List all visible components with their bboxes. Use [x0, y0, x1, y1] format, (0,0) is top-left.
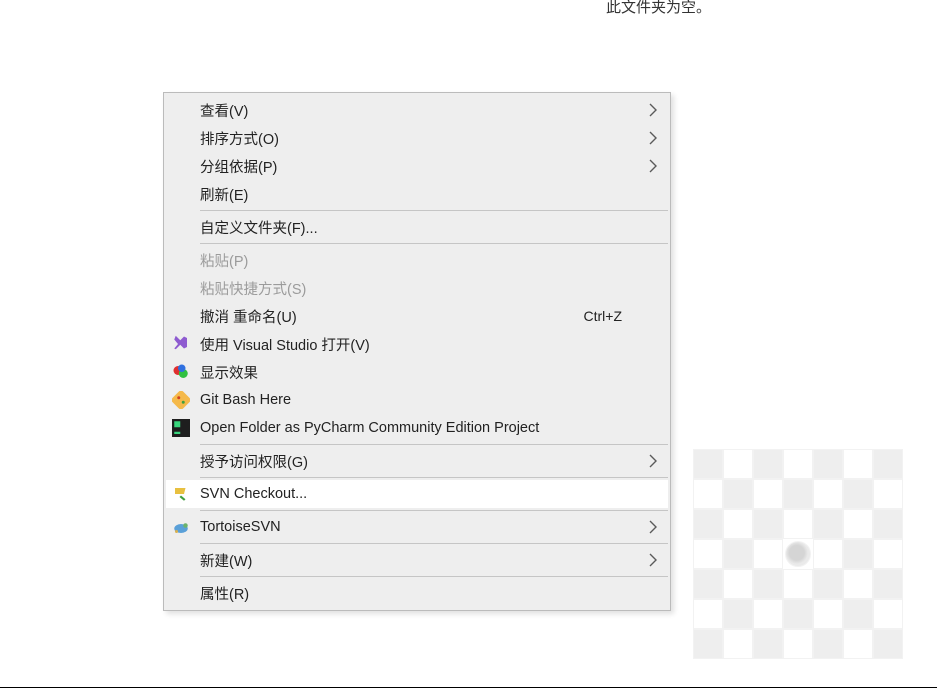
menu-item-v[interactable]: 查看(V)	[166, 96, 668, 124]
chevron-right-icon	[638, 158, 662, 174]
menu-item-visual-studio-v[interactable]: 使用 Visual Studio 打开(V)	[166, 330, 668, 358]
no-icon	[170, 583, 192, 603]
menu-item-label: 分组依据(P)	[192, 156, 638, 177]
display-effects-icon	[170, 362, 192, 382]
menu-separator	[200, 576, 668, 577]
no-icon	[170, 550, 192, 570]
menu-separator	[200, 543, 668, 544]
menu-item-open-folder-as-pycharm-community-edition-project[interactable]: Open Folder as PyCharm Community Edition…	[166, 414, 668, 442]
menu-item-label: 自定义文件夹(F)...	[192, 217, 638, 238]
chevron-right-icon	[638, 519, 662, 535]
visual-studio-icon	[170, 334, 192, 354]
tortoise-svn-icon	[170, 517, 192, 537]
menu-item-accelerator: Ctrl+Z	[584, 308, 639, 324]
qr-code-image	[693, 449, 903, 659]
no-icon	[170, 184, 192, 204]
menu-item-p: 粘贴(P)	[166, 246, 668, 274]
no-icon	[170, 156, 192, 176]
menu-item-label: 刷新(E)	[192, 184, 638, 205]
chevron-right-icon	[638, 552, 662, 568]
menu-item-label: Git Bash Here	[192, 392, 638, 408]
no-icon	[170, 278, 192, 298]
menu-separator	[200, 477, 668, 478]
menu-item-label: 新建(W)	[192, 550, 638, 571]
menu-item-label: 撤消 重命名(U)	[192, 306, 584, 327]
no-icon	[170, 217, 192, 237]
chevron-right-icon	[638, 130, 662, 146]
menu-item-label: 粘贴快捷方式(S)	[192, 278, 638, 299]
menu-item-f[interactable]: 自定义文件夹(F)...	[166, 213, 668, 241]
chevron-right-icon	[638, 102, 662, 118]
menu-item-e[interactable]: 刷新(E)	[166, 180, 668, 208]
menu-item-u[interactable]: 撤消 重命名(U)Ctrl+Z	[166, 302, 668, 330]
menu-item-label: 使用 Visual Studio 打开(V)	[192, 334, 638, 355]
no-icon	[170, 250, 192, 270]
menu-item-p[interactable]: 分组依据(P)	[166, 152, 668, 180]
no-icon	[170, 306, 192, 326]
menu-item-tortoisesvn[interactable]: TortoiseSVN	[166, 513, 668, 541]
menu-item-o[interactable]: 排序方式(O)	[166, 124, 668, 152]
menu-item-s: 粘贴快捷方式(S)	[166, 274, 668, 302]
menu-separator	[200, 243, 668, 244]
menu-item-svn-checkout[interactable]: SVN Checkout...	[166, 480, 668, 508]
menu-separator	[200, 510, 668, 511]
svn-checkout-icon	[170, 484, 192, 504]
menu-item-label: 排序方式(O)	[192, 128, 638, 149]
no-icon	[170, 451, 192, 471]
menu-item-label: 属性(R)	[192, 583, 638, 604]
menu-item-label: SVN Checkout...	[192, 486, 638, 502]
no-icon	[170, 128, 192, 148]
menu-item-g[interactable]: 授予访问权限(G)	[166, 447, 668, 475]
menu-separator	[200, 210, 668, 211]
menu-item-label: 授予访问权限(G)	[192, 451, 638, 472]
menu-item-label: Open Folder as PyCharm Community Edition…	[192, 420, 638, 436]
menu-item-git-bash-here[interactable]: Git Bash Here	[166, 386, 668, 414]
git-bash-icon	[170, 390, 192, 410]
menu-separator	[200, 444, 668, 445]
menu-item-item-11[interactable]: 显示效果	[166, 358, 668, 386]
footer-divider	[0, 687, 937, 688]
context-menu: 查看(V) 排序方式(O) 分组依据(P) 刷新(E) 自定义文件夹(F)... 粘贴(P…	[163, 92, 671, 611]
menu-item-r[interactable]: 属性(R)	[166, 579, 668, 607]
chevron-right-icon	[638, 453, 662, 469]
no-icon	[170, 100, 192, 120]
empty-folder-text: 此文件夹为空。	[606, 0, 711, 17]
menu-item-label: 粘贴(P)	[192, 250, 638, 271]
pycharm-icon	[170, 418, 192, 438]
menu-item-label: 显示效果	[192, 362, 638, 383]
menu-item-label: TortoiseSVN	[192, 519, 638, 535]
menu-item-label: 查看(V)	[192, 100, 638, 121]
menu-item-w[interactable]: 新建(W)	[166, 546, 668, 574]
